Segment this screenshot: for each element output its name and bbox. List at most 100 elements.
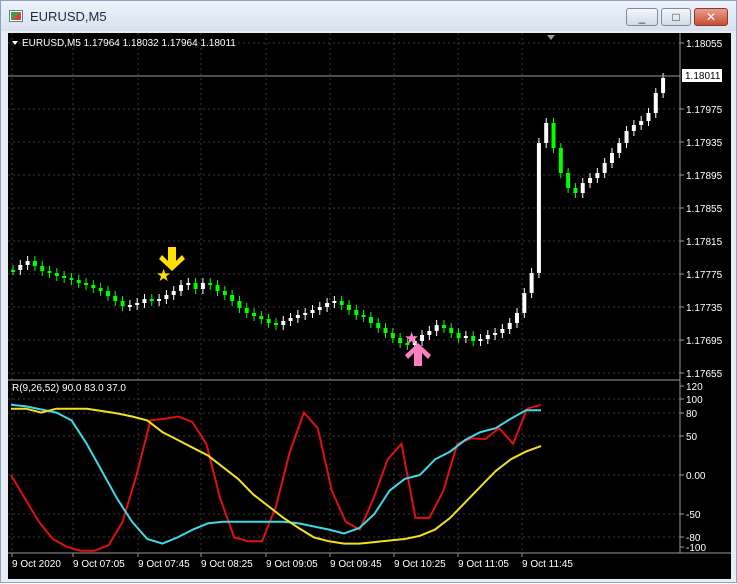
candle-body [259,316,264,319]
candle-body [441,325,446,328]
candle-body [427,331,432,335]
shift-marker-icon[interactable] [547,35,555,40]
candle-body [588,178,593,183]
candle-body [339,301,344,305]
candle-body [493,333,498,335]
dropdown-triangle-icon[interactable] [12,41,18,45]
price-tick-label: 1.18055 [686,39,723,50]
candle-body [186,283,191,285]
candle-body [215,285,220,291]
candle-body [288,318,293,321]
candle-body [11,270,15,272]
candle-body [595,173,600,178]
candle-body [383,328,388,333]
candle-body [639,121,644,125]
minimize-button[interactable]: _ [626,8,658,26]
maximize-button[interactable]: □ [661,8,691,26]
candle-body [580,183,585,193]
candle-body [113,296,118,301]
price-tick-label: 1.17815 [686,237,723,248]
price-tick-label: 1.17975 [686,105,723,116]
candle-body [127,305,132,307]
candle-body [536,143,541,273]
candle-body [456,333,461,338]
candle-body [200,283,205,289]
candle-body [208,283,213,285]
yellow-indicator-line [11,407,542,545]
candle-body [420,335,425,341]
price-tick-label: 1.17855 [686,204,723,215]
indicator-tick-label: 100 [686,395,703,406]
candle-body [105,291,110,296]
candle-body [624,131,629,143]
candle-body [551,123,556,148]
price-tick-label: 1.17735 [686,303,723,314]
time-tick-label: 9 Oct 07:45 [138,559,190,570]
chart-window: EURUSD,M5 _ □ ✕ 1.18011 EURUSD,M5 1.1796… [0,0,737,583]
candle-body [558,148,563,173]
candle-body [98,288,103,291]
candles [11,73,666,350]
candle-body [602,163,607,173]
candle-body [273,323,278,325]
candle-body [617,143,622,153]
indicator-tick-label: -100 [686,543,706,554]
candle-body [573,188,578,193]
chart-app-icon [9,10,23,22]
candle-body [434,325,439,331]
candle-body [40,266,45,271]
current-price-label: 1.18011 [685,71,721,82]
candle-body [478,339,483,341]
candle-body [32,261,37,266]
indicator-lines [10,403,542,552]
candle-body [544,123,549,143]
indicator-tick-label: 0.00 [686,471,706,482]
candle-body [361,315,366,317]
candle-body [91,285,96,288]
candle-body [230,295,235,301]
candle-body [303,313,308,315]
candle-body [222,291,227,295]
price-axis: 1.18055 1.17975 1.17935 1.17895 1.17855 1.178… [680,39,723,380]
window-title: EURUSD,M5 [30,9,107,24]
candle-body [398,338,403,343]
candle-body [529,273,534,293]
chart-area[interactable]: 1.18011 EURUSD,M5 1.17964 1.18032 1.1796… [8,33,731,579]
candle-body [500,329,505,333]
candle-body [54,273,59,276]
indicator-tick-label: 120 [686,382,703,393]
price-tick-label: 1.17695 [686,336,723,347]
candle-body [135,303,140,305]
candle-body [522,293,527,313]
candle-body [646,113,651,121]
candle-body [120,301,125,306]
chart-header: EURUSD,M5 1.17964 1.18032 1.17964 1.1801… [22,38,236,49]
time-tick-label: 9 Oct 07:05 [73,559,125,570]
candle-body [76,280,81,283]
close-button[interactable]: ✕ [694,8,728,26]
sell-star-icon: ★ [156,266,171,285]
candle-body [310,310,315,313]
candle-body [325,303,330,307]
candle-body [164,295,169,299]
title-bar[interactable]: EURUSD,M5 _ □ ✕ [1,1,736,31]
candle-body [463,336,468,338]
candle-body [485,335,490,339]
candle-body [661,78,666,93]
candle-body [171,291,176,295]
candle-body [631,125,636,131]
candle-body [449,328,454,333]
candle-body [25,261,30,265]
chart-canvas[interactable]: 1.18011 EURUSD,M5 1.17964 1.18032 1.1796… [8,33,731,579]
price-tick-label: 1.17775 [686,270,723,281]
indicator-tick-label: 80 [686,409,698,420]
candle-body [347,305,351,310]
price-tick-label: 1.17655 [686,369,723,380]
candle-body [84,283,89,285]
time-tick-label: 9 Oct 09:05 [266,559,318,570]
candle-body [317,307,322,310]
time-tick-label: 9 Oct 08:25 [201,559,253,570]
candle-body [566,173,571,188]
candle-body [390,333,395,338]
price-tick-label: 1.17895 [686,171,723,182]
